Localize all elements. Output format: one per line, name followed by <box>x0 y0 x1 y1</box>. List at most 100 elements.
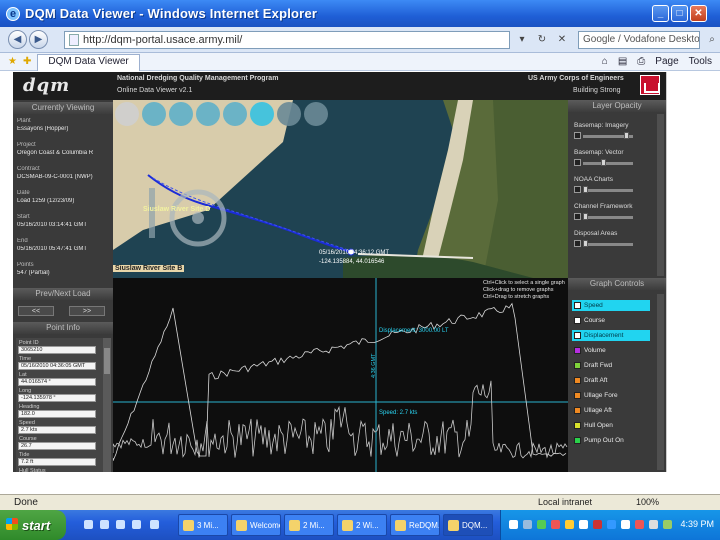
graph-toggle-label: Ullage Fore <box>584 392 618 399</box>
layer-opacity-slider[interactable] <box>583 213 633 220</box>
tray-icon[interactable] <box>593 520 602 529</box>
taskbar-window-button[interactable]: DQM... <box>443 514 493 536</box>
graph-toggle[interactable]: Draft Aft <box>572 375 650 386</box>
tray-icon[interactable] <box>523 520 532 529</box>
displacement-readout: Displacement: 3000.00 LT <box>379 328 449 334</box>
tray-icon[interactable] <box>621 520 630 529</box>
graph-controls-scrollbar[interactable] <box>657 294 664 470</box>
back-button[interactable]: ◀ <box>8 30 27 49</box>
graph-toggle-label: Course <box>584 317 605 324</box>
url-input[interactable]: http://dqm-portal.usace.army.mil/ <box>64 30 510 49</box>
graph-toggle-label: Draft Fwd <box>584 362 613 369</box>
tray-icon[interactable] <box>663 520 672 529</box>
layer-checkbox[interactable] <box>574 213 581 220</box>
slider-thumb[interactable] <box>583 186 588 193</box>
point-info-scrollbar[interactable] <box>103 338 111 472</box>
layer-checkbox[interactable] <box>574 240 581 247</box>
tray-icon[interactable] <box>635 520 644 529</box>
tray-icon[interactable] <box>565 520 574 529</box>
feeds-icon[interactable]: ▤ <box>618 56 627 67</box>
add-favorites-icon[interactable]: ✚ <box>23 56 31 67</box>
quick-launch-icon[interactable] <box>84 520 93 529</box>
org-motto: Building Strong <box>573 87 621 94</box>
taskbar-window-button[interactable]: 3 Mi... <box>178 514 228 536</box>
taskbar-window-button[interactable]: ReDQM... <box>390 514 440 536</box>
graph-toggle[interactable]: Pump Out On <box>572 435 650 446</box>
point-info-value: 05/16/2010 04:36:05 GMT <box>18 362 96 370</box>
maximize-button[interactable]: □ <box>671 5 688 22</box>
quick-launch-icon[interactable] <box>150 520 159 529</box>
search-input[interactable]: Google / Vodafone Desktop <box>578 30 700 49</box>
favorites-star-icon[interactable]: ★ <box>8 56 17 67</box>
tab-dqm-viewer[interactable]: DQM Data Viewer <box>37 53 140 71</box>
cv-label: Start <box>17 214 30 220</box>
home-icon[interactable]: ⌂ <box>602 56 608 67</box>
tray-icon[interactable] <box>509 520 518 529</box>
print-icon[interactable]: ⎙ <box>637 56 645 67</box>
graph-toggle[interactable]: Speed <box>572 300 650 311</box>
tray-icon[interactable] <box>551 520 560 529</box>
tray-icon[interactable] <box>649 520 658 529</box>
layer-checkbox[interactable] <box>574 186 581 193</box>
point-info-value: -124.135978 ° <box>18 394 96 402</box>
app-header: dqm National Dredging Quality Management… <box>13 72 666 100</box>
layer-opacity-slider[interactable] <box>583 132 633 139</box>
layer-opacity-slider[interactable] <box>583 186 633 193</box>
layer-label: Channel Framework <box>574 203 633 210</box>
start-button[interactable]: start <box>0 510 66 540</box>
forward-button[interactable]: ▶ <box>29 30 48 49</box>
quick-launch-icon[interactable] <box>116 520 125 529</box>
prev-load-button[interactable]: << <box>18 306 54 316</box>
graph-toggle[interactable]: Volume <box>572 345 650 356</box>
taskbar-window-button[interactable]: 2 Wi... <box>337 514 387 536</box>
graph-toggle[interactable]: Ullage Aft <box>572 405 650 416</box>
graph-toggle[interactable]: Hull Open <box>572 420 650 431</box>
cv-value: Essayons (Hopper) <box>17 126 69 132</box>
layer-label: Basemap: Imagery <box>574 122 629 129</box>
taskbar-window-button[interactable]: Welcome <box>231 514 281 536</box>
next-load-button[interactable]: >> <box>69 306 105 316</box>
layer-checkbox[interactable] <box>574 132 581 139</box>
taskbar-window-button[interactable]: 2 Mi... <box>284 514 334 536</box>
slider-thumb[interactable] <box>583 240 588 247</box>
minimize-button[interactable]: _ <box>652 5 669 22</box>
graph-controls-panel: Graph Controls Speed Course Displacement Vo… <box>568 278 666 472</box>
series-color-swatch <box>574 392 581 399</box>
zoom-level[interactable]: 100% <box>636 497 659 507</box>
point-info-title: Point Info <box>13 322 113 334</box>
quick-launch-icon[interactable] <box>132 520 141 529</box>
slider-thumb[interactable] <box>624 132 629 139</box>
graph-toggle-label: Draft Aft <box>584 377 608 384</box>
refresh-icon[interactable]: ↻ <box>534 32 550 48</box>
window-icon <box>342 519 353 531</box>
tray-icon[interactable] <box>537 520 546 529</box>
page-menu[interactable]: Page <box>655 56 678 67</box>
graph-toggle[interactable]: Course <box>572 315 650 326</box>
window-icon <box>289 519 300 531</box>
quick-launch-icon[interactable] <box>100 520 109 529</box>
map-view[interactable]: Siuslaw River Site D Siuslaw River Site … <box>113 100 568 278</box>
tray-icon[interactable] <box>579 520 588 529</box>
graph-panel[interactable]: Ctrl+Click to select a single graph Clic… <box>112 278 568 472</box>
graph-toggle[interactable]: Ullage Fore <box>572 390 650 401</box>
series-color-swatch <box>574 302 581 309</box>
close-button[interactable]: ✕ <box>690 5 707 22</box>
layer-panel-scrollbar[interactable] <box>657 114 664 276</box>
graph-toggle[interactable]: Draft Fwd <box>572 360 650 371</box>
stop-icon[interactable]: ✕ <box>554 32 570 48</box>
cv-label: End <box>17 238 28 244</box>
tools-menu[interactable]: Tools <box>689 56 712 67</box>
dropdown-arrow-icon[interactable]: ▾ <box>514 32 530 48</box>
window-icon <box>448 519 459 531</box>
tray-icon[interactable] <box>607 520 616 529</box>
layer-opacity-slider[interactable] <box>583 240 633 247</box>
slider-thumb[interactable] <box>583 213 588 220</box>
map-label-site-d: Siuslaw River Site D <box>143 206 211 213</box>
search-icon[interactable]: ⌕ <box>704 32 720 48</box>
system-tray: 4:39 PM <box>500 510 720 540</box>
layer-opacity-slider[interactable] <box>583 159 633 166</box>
slider-thumb[interactable] <box>601 159 606 166</box>
graph-toggle[interactable]: Displacement <box>572 330 650 341</box>
layer-checkbox[interactable] <box>574 159 581 166</box>
point-info-value: 3065210 <box>18 346 96 354</box>
